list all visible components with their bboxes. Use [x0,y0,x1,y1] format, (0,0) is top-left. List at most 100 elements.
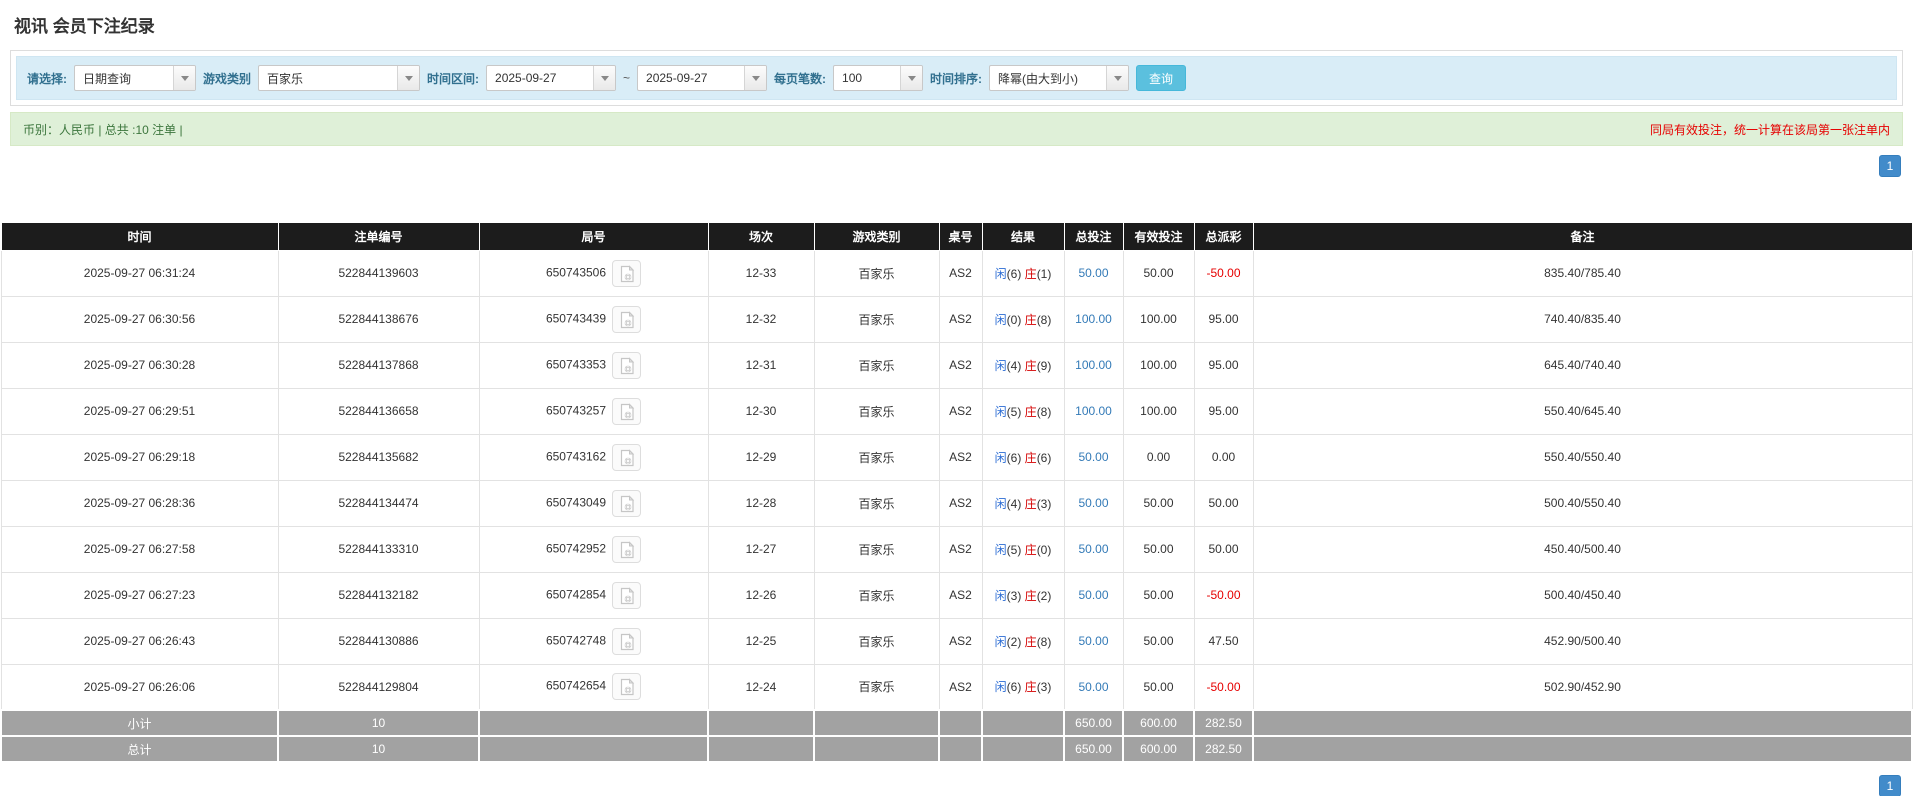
column-header-valid-bet: 有效投注 [1123,223,1194,250]
chevron-down-icon[interactable] [397,66,419,90]
table-row: 2025-09-27 06:28:36 522844134474 6507430… [1,480,1912,526]
cell-total-bet[interactable]: 100.00 [1064,342,1123,388]
page-size-combobox[interactable]: 100 [833,65,923,91]
banker-result-label: 庄 [1025,451,1037,465]
video-replay-button[interactable] [612,306,641,333]
video-replay-button[interactable] [612,444,641,471]
cell-total-bet[interactable]: 50.00 [1064,434,1123,480]
cell-total-bet[interactable]: 100.00 [1064,296,1123,342]
cell-note: 450.40/500.40 [1253,526,1912,572]
video-replay-button[interactable] [612,673,641,700]
cell-payout: 0.00 [1194,434,1253,480]
cell-valid-bet: 100.00 [1123,296,1194,342]
cell-note: 645.40/740.40 [1253,342,1912,388]
pagination-top: 1 [0,155,1901,177]
cell-total-bet[interactable]: 50.00 [1064,526,1123,572]
cell-round: 650743506 [479,250,708,296]
cell-total-bet[interactable]: 50.00 [1064,618,1123,664]
query-type-combobox[interactable]: 日期查询 [74,65,196,91]
player-result-label: 闲 [995,267,1007,281]
date-from-picker[interactable]: 2025-09-27 [486,65,616,91]
cell-game: 百家乐 [814,296,939,342]
cell-bet-id: 522844139603 [278,250,479,296]
video-replay-button[interactable] [612,398,641,425]
cell-round: 650743439 [479,296,708,342]
banker-result-label: 庄 [1025,267,1037,281]
cell-valid-bet: 50.00 [1123,480,1194,526]
cell-time: 2025-09-27 06:26:43 [1,618,278,664]
cell-result: 闲(3) 庄(2) [982,572,1064,618]
cell-total-bet[interactable]: 50.00 [1064,664,1123,710]
query-type-value: 日期查询 [75,66,173,90]
cell-game: 百家乐 [814,434,939,480]
cell-session: 12-26 [708,572,814,618]
video-replay-button[interactable] [612,352,641,379]
chevron-down-icon[interactable] [173,66,195,90]
chevron-down-icon[interactable] [744,66,766,90]
video-replay-document-icon [619,678,635,696]
player-result-label: 闲 [995,405,1007,419]
filter-toolbar: 请选择: 日期查询 游戏类别 百家乐 时间区间: 2025-09-27 ~ 20… [16,56,1897,100]
chevron-down-icon[interactable] [1106,66,1128,90]
column-header-round: 局号 [479,223,708,250]
cell-game: 百家乐 [814,618,939,664]
video-replay-button[interactable] [612,536,641,563]
column-header-total-bet: 总投注 [1064,223,1123,250]
cell-total-bet[interactable]: 50.00 [1064,572,1123,618]
banker-result-value: (6) [1037,451,1052,465]
round-number: 650743353 [546,357,606,371]
table-row: 2025-09-27 06:30:28 522844137868 6507433… [1,342,1912,388]
cell-session: 12-27 [708,526,814,572]
cell-table-no: AS2 [939,434,982,480]
player-result-value: (2) [1007,635,1022,649]
cell-result: 闲(6) 庄(1) [982,250,1064,296]
page-button-1[interactable]: 1 [1879,155,1901,177]
table-row: 2025-09-27 06:30:56 522844138676 6507434… [1,296,1912,342]
filter-panel: 请选择: 日期查询 游戏类别 百家乐 时间区间: 2025-09-27 ~ 20… [10,50,1903,106]
cell-game: 百家乐 [814,572,939,618]
cell-bet-id: 522844135682 [278,434,479,480]
game-category-combobox[interactable]: 百家乐 [258,65,420,91]
search-button[interactable]: 查询 [1136,65,1186,91]
cell-session: 12-29 [708,434,814,480]
video-replay-button[interactable] [612,628,641,655]
round-number: 650743049 [546,495,606,509]
banker-result-value: (8) [1037,405,1052,419]
cell-time: 2025-09-27 06:26:06 [1,664,278,710]
cell-valid-bet: 50.00 [1123,572,1194,618]
video-replay-button[interactable] [612,260,641,287]
round-number: 650743162 [546,449,606,463]
player-result-label: 闲 [995,543,1007,557]
grand-total-valid-bet: 600.00 [1123,736,1194,762]
date-to-picker[interactable]: 2025-09-27 [637,65,767,91]
table-row: 2025-09-27 06:26:06 522844129804 6507426… [1,664,1912,710]
cell-time: 2025-09-27 06:27:58 [1,526,278,572]
cell-time: 2025-09-27 06:27:23 [1,572,278,618]
cell-bet-id: 522844129804 [278,664,479,710]
cell-result: 闲(4) 庄(3) [982,480,1064,526]
cell-total-bet[interactable]: 100.00 [1064,388,1123,434]
player-result-value: (6) [1007,451,1022,465]
page-button-1[interactable]: 1 [1879,775,1901,796]
time-sort-combobox[interactable]: 降幂(由大到小) [989,65,1129,91]
cell-table-no: AS2 [939,480,982,526]
cell-time: 2025-09-27 06:29:18 [1,434,278,480]
page-size-label: 每页笔数: [774,70,826,87]
cell-bet-id: 522844134474 [278,480,479,526]
cell-valid-bet: 50.00 [1123,618,1194,664]
banker-result-label: 庄 [1025,405,1037,419]
cell-payout: -50.00 [1194,572,1253,618]
cell-total-bet[interactable]: 50.00 [1064,480,1123,526]
chevron-down-icon[interactable] [593,66,615,90]
cell-time: 2025-09-27 06:28:36 [1,480,278,526]
chevron-down-icon[interactable] [900,66,922,90]
cell-time: 2025-09-27 06:30:56 [1,296,278,342]
cell-session: 12-25 [708,618,814,664]
video-replay-document-icon [619,403,635,421]
video-replay-button[interactable] [612,490,641,517]
video-replay-button[interactable] [612,582,641,609]
column-header-payout: 总派彩 [1194,223,1253,250]
player-result-label: 闲 [995,359,1007,373]
cell-table-no: AS2 [939,388,982,434]
cell-total-bet[interactable]: 50.00 [1064,250,1123,296]
